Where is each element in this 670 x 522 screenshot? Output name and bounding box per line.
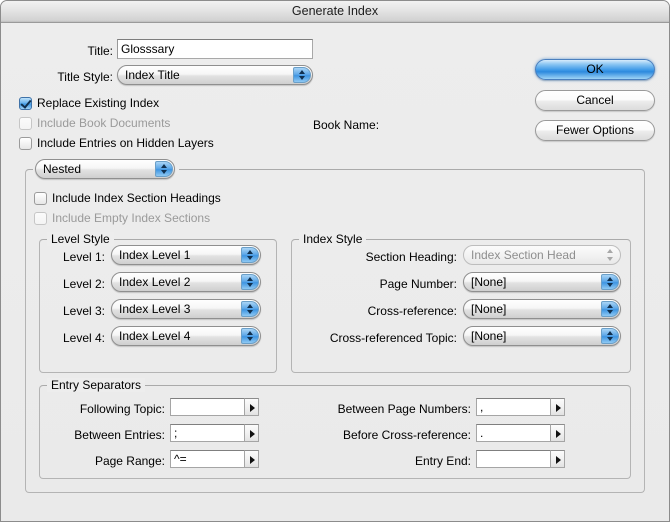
entry-end-label: Entry End: — [414, 454, 471, 468]
updown-arrows-icon — [241, 274, 259, 290]
updown-arrows-icon — [241, 247, 259, 263]
include-index-section-headings-checkbox[interactable]: Include Index Section Headings — [34, 191, 221, 205]
following-topic-menu-button[interactable] — [244, 398, 259, 416]
window-title: Generate Index — [291, 4, 379, 18]
window-titlebar: Generate Index — [1, 1, 669, 23]
following-topic-label: Following Topic: — [79, 402, 165, 416]
generate-index-dialog: Generate Index Title: Glosssary Title St… — [0, 0, 670, 522]
entry-end-input[interactable] — [476, 450, 556, 468]
updown-arrows-icon — [601, 274, 619, 290]
page-number-label: Page Number: — [379, 277, 457, 291]
index-format-popup[interactable]: Nested — [35, 159, 175, 179]
include-book-documents-checkbox: Include Book Documents — [19, 116, 170, 130]
dialog-body: Title: Glosssary Title Style: Index Titl… — [1, 23, 669, 521]
page-number-value: [None] — [471, 275, 507, 289]
checkbox-check-icon — [19, 97, 32, 110]
cross-referenced-topic-popup[interactable]: [None] — [463, 326, 621, 346]
before-cross-reference-menu-button[interactable] — [550, 424, 565, 442]
fewer-options-button[interactable]: Fewer Options — [535, 120, 655, 141]
level-1-value: Index Level 1 — [119, 248, 191, 262]
include-entries-hidden-layers-checkbox[interactable]: Include Entries on Hidden Layers — [19, 136, 214, 150]
updown-arrows-icon — [601, 247, 619, 263]
page-number-popup[interactable]: [None] — [463, 272, 621, 292]
level-3-value: Index Level 3 — [119, 302, 191, 316]
level-2-label: Level 2: — [62, 277, 105, 291]
between-page-numbers-label: Between Page Numbers: — [337, 402, 471, 416]
title-label: Title: — [87, 44, 113, 58]
title-input[interactable]: Glosssary — [117, 39, 313, 59]
cancel-button[interactable]: Cancel — [535, 90, 655, 111]
updown-arrows-icon — [241, 328, 259, 344]
replace-existing-index-checkbox[interactable]: Replace Existing Index — [19, 96, 159, 110]
title-style-label: Title Style: — [57, 70, 113, 84]
level-3-label: Level 3: — [62, 304, 105, 318]
page-range-menu-button[interactable] — [244, 450, 259, 468]
updown-arrows-icon — [155, 161, 173, 177]
between-entries-label: Between Entries: — [74, 428, 165, 442]
section-heading-popup: Index Section Head — [463, 245, 621, 265]
updown-arrows-icon — [601, 328, 619, 344]
book-name-label: Book Name: — [313, 118, 380, 132]
cross-referenced-topic-label: Cross-referenced Topic: — [329, 331, 457, 345]
page-range-input[interactable]: ^= — [170, 450, 250, 468]
page-range-label: Page Range: — [94, 454, 165, 468]
level-4-label: Level 4: — [62, 331, 105, 345]
title-style-popup[interactable]: Index Title — [117, 65, 313, 85]
updown-arrows-icon — [241, 301, 259, 317]
before-cross-reference-input[interactable]: . — [476, 424, 556, 442]
cross-reference-label: Cross-reference: — [367, 304, 457, 318]
cross-referenced-topic-value: [None] — [471, 329, 507, 343]
checkbox-empty-icon — [19, 117, 32, 130]
section-heading-value: Index Section Head — [471, 248, 576, 262]
level-1-label: Level 1: — [62, 250, 105, 264]
index-style-group-title: Index Style — [299, 232, 367, 246]
updown-arrows-icon — [601, 301, 619, 317]
level-4-popup[interactable]: Index Level 4 — [111, 326, 261, 346]
level-4-value: Index Level 4 — [119, 329, 191, 343]
checkbox-empty-icon — [34, 192, 47, 205]
include-empty-index-sections-checkbox: Include Empty Index Sections — [34, 211, 210, 225]
level-style-group-title: Level Style — [47, 232, 114, 246]
between-page-numbers-menu-button[interactable] — [550, 398, 565, 416]
cross-reference-popup[interactable]: [None] — [463, 299, 621, 319]
entry-separators-group-title: Entry Separators — [47, 378, 146, 392]
level-1-popup[interactable]: Index Level 1 — [111, 245, 261, 265]
following-topic-input[interactable] — [170, 398, 250, 416]
level-2-popup[interactable]: Index Level 2 — [111, 272, 261, 292]
between-entries-input[interactable]: ; — [170, 424, 250, 442]
include-index-section-headings-label: Include Index Section Headings — [52, 191, 221, 205]
replace-existing-index-label: Replace Existing Index — [37, 96, 160, 110]
include-empty-index-sections-label: Include Empty Index Sections — [52, 211, 211, 225]
level-3-popup[interactable]: Index Level 3 — [111, 299, 261, 319]
section-heading-label: Section Heading: — [365, 250, 457, 264]
between-entries-menu-button[interactable] — [244, 424, 259, 442]
index-format-value: Nested — [43, 162, 82, 176]
checkbox-empty-icon — [19, 137, 32, 150]
updown-arrows-icon — [293, 67, 311, 83]
before-cross-reference-label: Before Cross-reference: — [342, 428, 471, 442]
between-page-numbers-input[interactable]: , — [476, 398, 556, 416]
entry-end-menu-button[interactable] — [550, 450, 565, 468]
cross-reference-value: [None] — [471, 302, 507, 316]
ok-button[interactable]: OK — [535, 59, 655, 80]
level-2-value: Index Level 2 — [119, 275, 191, 289]
title-style-value: Index Title — [125, 68, 180, 82]
checkbox-empty-icon — [34, 212, 47, 225]
include-book-documents-label: Include Book Documents — [37, 116, 171, 130]
include-entries-hidden-layers-label: Include Entries on Hidden Layers — [37, 136, 214, 150]
